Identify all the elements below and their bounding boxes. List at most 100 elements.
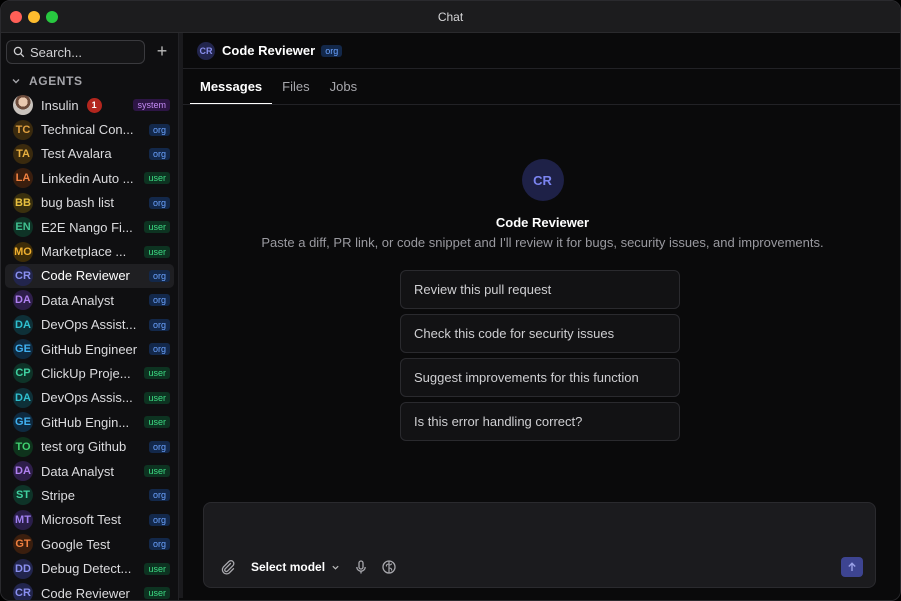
chevron-down-icon: [12, 79, 20, 84]
page-title: Code Reviewer: [222, 43, 316, 58]
scope-badge: org: [148, 196, 170, 209]
search-box[interactable]: [6, 40, 145, 64]
send-button[interactable]: [841, 557, 863, 577]
avatar: DA: [13, 461, 33, 482]
agent-name: GitHub Engineer: [41, 341, 138, 357]
agent-name: Code Reviewer: [41, 585, 130, 601]
sidebar-item-agent[interactable]: DA DevOps Assist... org: [5, 313, 174, 337]
sidebar-item-agent[interactable]: LA Linkedin Auto ... user: [5, 166, 174, 190]
scope-badge: org: [148, 147, 170, 160]
avatar: EN: [13, 217, 33, 238]
tabs-divider: [183, 104, 900, 105]
main-panel: CR Code Reviewer org Messages Files Jobs…: [183, 33, 900, 600]
sidebar-item-agent[interactable]: TO test org Github org: [5, 434, 174, 458]
sidebar-item-agent[interactable]: GE GitHub Engin... user: [5, 410, 174, 434]
avatar: GE: [13, 339, 33, 360]
scope-badge: user: [144, 416, 170, 429]
sidebar-item-agent[interactable]: CP ClickUp Proje... user: [5, 361, 174, 385]
agent-list: Insulin 1 system TC Technical Con... org TA Tes…: [5, 93, 174, 601]
brain-icon[interactable]: [381, 559, 397, 575]
scope-badge: user: [144, 465, 170, 478]
suggestion-security[interactable]: Check this code for security issues: [400, 314, 680, 353]
sidebar-item-agent[interactable]: BB bug bash list org: [5, 191, 174, 215]
sidebar-item-agent[interactable]: MT Microsoft Test org: [5, 508, 174, 532]
suggestion-review-pr[interactable]: Review this pull request: [400, 270, 680, 309]
agent-name: E2E Nango Fi...: [41, 219, 133, 235]
agent-name: DevOps Assist...: [41, 317, 137, 333]
sidebar: + AGENTS Insulin 1 system TC Technical Con..…: [1, 33, 179, 601]
tab-jobs[interactable]: Jobs: [320, 69, 367, 105]
scope-badge: user: [144, 587, 170, 599]
chat-header: CR Code Reviewer org: [183, 33, 900, 69]
sidebar-item-agent[interactable]: DA Data Analyst org: [5, 288, 174, 312]
agent-name: Debug Detect...: [41, 561, 132, 577]
suggestion-improvements[interactable]: Suggest improvements for this function: [400, 358, 680, 397]
suggestion-error-handling[interactable]: Is this error handling correct?: [400, 402, 680, 441]
avatar: TA: [13, 143, 33, 164]
scope-badge: org: [148, 294, 170, 307]
sidebar-item-agent[interactable]: MO Marketplace ... user: [5, 239, 174, 263]
search-input[interactable]: [30, 44, 140, 60]
sidebar-item-agent[interactable]: CR Code Reviewer org: [5, 263, 174, 289]
avatar: TO: [13, 436, 33, 457]
tab-messages[interactable]: Messages: [190, 69, 273, 105]
message-composer: Select model: [203, 502, 876, 588]
paperclip-icon[interactable]: [220, 559, 236, 575]
model-selector[interactable]: Select model: [251, 560, 340, 574]
scope-badge: user: [144, 367, 170, 380]
sidebar-item-agent[interactable]: EN E2E Nango Fi... user: [5, 215, 174, 239]
agent-name: Microsoft Test: [41, 512, 121, 528]
avatar: MO: [13, 241, 33, 262]
agent-name: ClickUp Proje...: [41, 365, 131, 381]
sidebar-item-agent[interactable]: TA Test Avalara org: [5, 142, 174, 166]
agent-name: Data Analyst: [41, 463, 114, 479]
avatar: CR: [197, 41, 215, 60]
scope-badge: org: [148, 538, 170, 551]
agent-name: Google Test: [41, 536, 111, 552]
agent-name: bug bash list: [41, 195, 114, 211]
agents-section-header[interactable]: AGENTS: [11, 74, 83, 88]
scope-badge: org: [148, 318, 170, 331]
sidebar-item-agent[interactable]: GT Google Test org: [5, 532, 174, 556]
scope-badge: user: [144, 245, 170, 258]
sidebar-item-agent[interactable]: DA Data Analyst user: [5, 459, 174, 483]
agent-name: Marketplace ...: [41, 244, 127, 260]
microphone-icon[interactable]: [353, 559, 369, 575]
scope-badge: system: [133, 99, 170, 112]
scope-badge: org: [148, 343, 170, 356]
sidebar-item-agent[interactable]: DA DevOps Assis... user: [5, 386, 174, 410]
add-agent-button[interactable]: +: [152, 42, 172, 62]
plus-icon: +: [156, 41, 168, 61]
scope-badge: user: [144, 221, 170, 234]
title-bar: Chat: [1, 1, 900, 33]
welcome-description: Paste a diff, PR link, or code snippet a…: [261, 235, 824, 250]
avatar: LA: [13, 168, 33, 189]
suggestion-list: Review this pull request Check this code…: [400, 270, 680, 446]
avatar: CR: [13, 583, 33, 600]
scope-badge: org: [148, 489, 170, 502]
avatar: DA: [13, 387, 33, 408]
avatar: TC: [13, 119, 33, 140]
sidebar-item-agent[interactable]: TC Technical Con... org: [5, 117, 174, 141]
sidebar-item-agent[interactable]: CR Code Reviewer user: [5, 581, 174, 601]
sidebar-item-agent[interactable]: Insulin 1 system: [5, 93, 174, 117]
scope-badge: user: [144, 391, 170, 404]
sidebar-item-agent[interactable]: DD Debug Detect... user: [5, 556, 174, 580]
scope-badge: org: [321, 44, 343, 57]
app-window: Chat + AGENTS Insulin 1 system TC Technical …: [0, 0, 901, 601]
agent-name: Test Avalara: [41, 146, 112, 162]
unread-count-badge: 1: [86, 97, 102, 113]
agent-name: GitHub Engin...: [41, 414, 130, 430]
chevron-down-icon: [332, 565, 339, 570]
tab-files[interactable]: Files: [272, 69, 319, 105]
welcome-panel: CR Code Reviewer Paste a diff, PR link, …: [183, 159, 900, 250]
message-input[interactable]: [216, 513, 856, 543]
agent-name: Stripe: [41, 487, 75, 503]
scope-badge: user: [144, 562, 170, 575]
sidebar-item-agent[interactable]: ST Stripe org: [5, 483, 174, 507]
scope-badge: user: [144, 172, 170, 185]
window-title: Chat: [437, 10, 464, 24]
avatar: CP: [13, 363, 33, 384]
sidebar-item-agent[interactable]: GE GitHub Engineer org: [5, 337, 174, 361]
scope-badge: org: [148, 513, 170, 526]
